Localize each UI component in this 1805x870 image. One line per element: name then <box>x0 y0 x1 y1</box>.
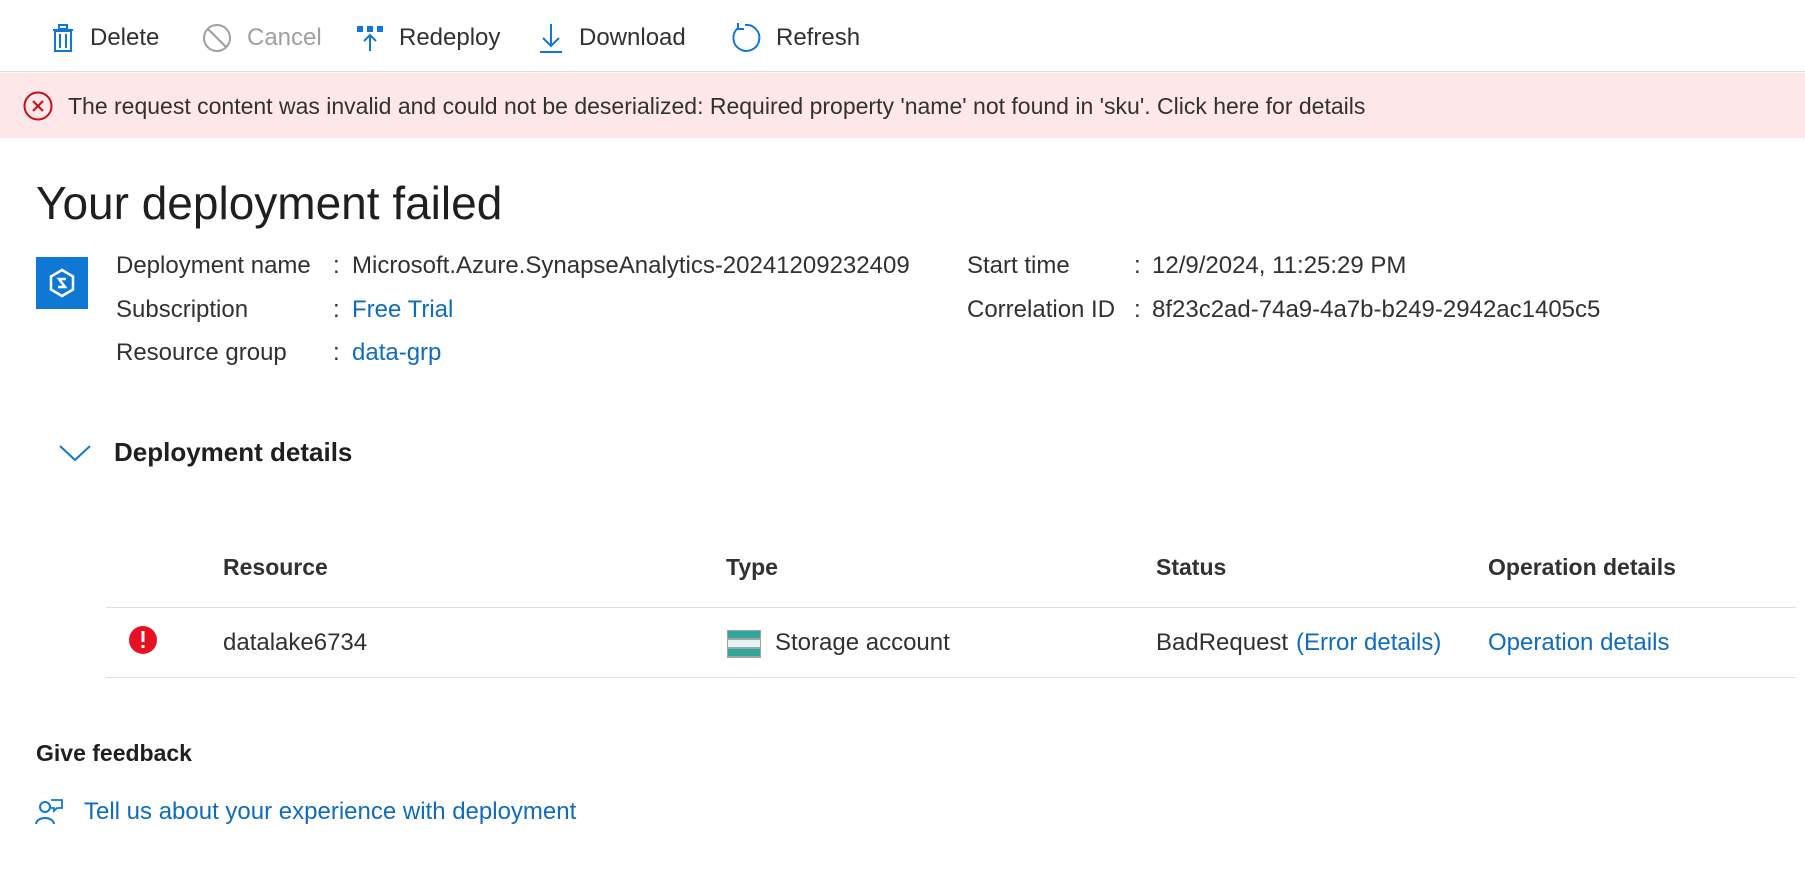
refresh-icon <box>732 23 761 52</box>
start-time-label: Start time <box>967 252 1070 279</box>
separator: : <box>1134 296 1141 323</box>
resource-name: datalake6734 <box>223 629 368 656</box>
resource-group-label: Resource group <box>116 339 287 366</box>
resource-group-link[interactable]: data-grp <box>352 338 441 368</box>
delete-button[interactable]: Delete <box>50 18 159 58</box>
refresh-label: Refresh <box>776 24 861 51</box>
feedback-title: Give feedback <box>36 740 192 766</box>
command-bar: Delete Cancel Redeploy Download Refresh <box>0 0 1805 72</box>
error-circle-icon <box>23 91 53 121</box>
deployment-name-value: Microsoft.Azure.SynapseAnalytics-2024120… <box>352 252 910 279</box>
correlation-id-value: 8f23c2ad-74a9-4a7b-b249-2942ac1405c5 <box>1152 296 1601 323</box>
resource-type: Storage account <box>775 629 950 656</box>
subscription-link[interactable]: Free Trial <box>352 295 453 325</box>
column-header-operation-details: Operation details <box>1488 554 1676 580</box>
trash-icon <box>53 24 73 52</box>
error-banner[interactable]: The request content was invalid and coul… <box>0 73 1805 138</box>
refresh-button[interactable]: Refresh <box>728 18 860 58</box>
separator: : <box>333 296 340 323</box>
section-title: Deployment details <box>114 437 353 467</box>
storage-account-icon <box>727 630 761 658</box>
divider <box>106 607 1796 608</box>
cancel-button[interactable]: Cancel <box>201 18 322 58</box>
column-header-type: Type <box>726 554 778 580</box>
separator: : <box>333 339 340 366</box>
redeploy-label: Redeploy <box>399 24 501 51</box>
chevron-down-icon <box>59 444 91 461</box>
error-details-link[interactable]: (Error details) <box>1296 628 1441 658</box>
error-message: The request content was invalid and coul… <box>68 93 1366 119</box>
column-header-resource: Resource <box>223 554 328 580</box>
download-label: Download <box>579 24 686 51</box>
redeploy-button[interactable]: Redeploy <box>355 18 500 58</box>
deployment-details-toggle[interactable]: Deployment details <box>58 437 352 468</box>
separator: : <box>333 252 340 279</box>
start-time-value: 12/9/2024, 11:25:29 PM <box>1152 252 1407 279</box>
page-title: Your deployment failed <box>36 177 503 229</box>
divider <box>106 677 1796 678</box>
feedback-link[interactable]: Tell us about your experience with deplo… <box>34 797 576 827</box>
cancel-label: Cancel <box>247 24 322 51</box>
error-status-icon <box>129 626 157 654</box>
feedback-link-label: Tell us about your experience with deplo… <box>84 798 577 825</box>
column-header-status: Status <box>1156 554 1227 580</box>
redeploy-icon <box>357 26 383 51</box>
feedback-person-icon <box>35 799 63 825</box>
subscription-label: Subscription <box>116 296 249 323</box>
correlation-id-label: Correlation ID <box>967 296 1116 323</box>
synapse-icon <box>36 257 88 309</box>
separator: : <box>1134 252 1141 279</box>
operation-details-link[interactable]: Operation details <box>1488 628 1669 658</box>
download-button[interactable]: Download <box>537 18 686 58</box>
delete-label: Delete <box>90 24 160 51</box>
status-text: BadRequest <box>1156 629 1289 656</box>
deployment-name-label: Deployment name <box>116 252 311 279</box>
cancel-icon <box>203 24 231 52</box>
download-icon <box>540 24 562 53</box>
